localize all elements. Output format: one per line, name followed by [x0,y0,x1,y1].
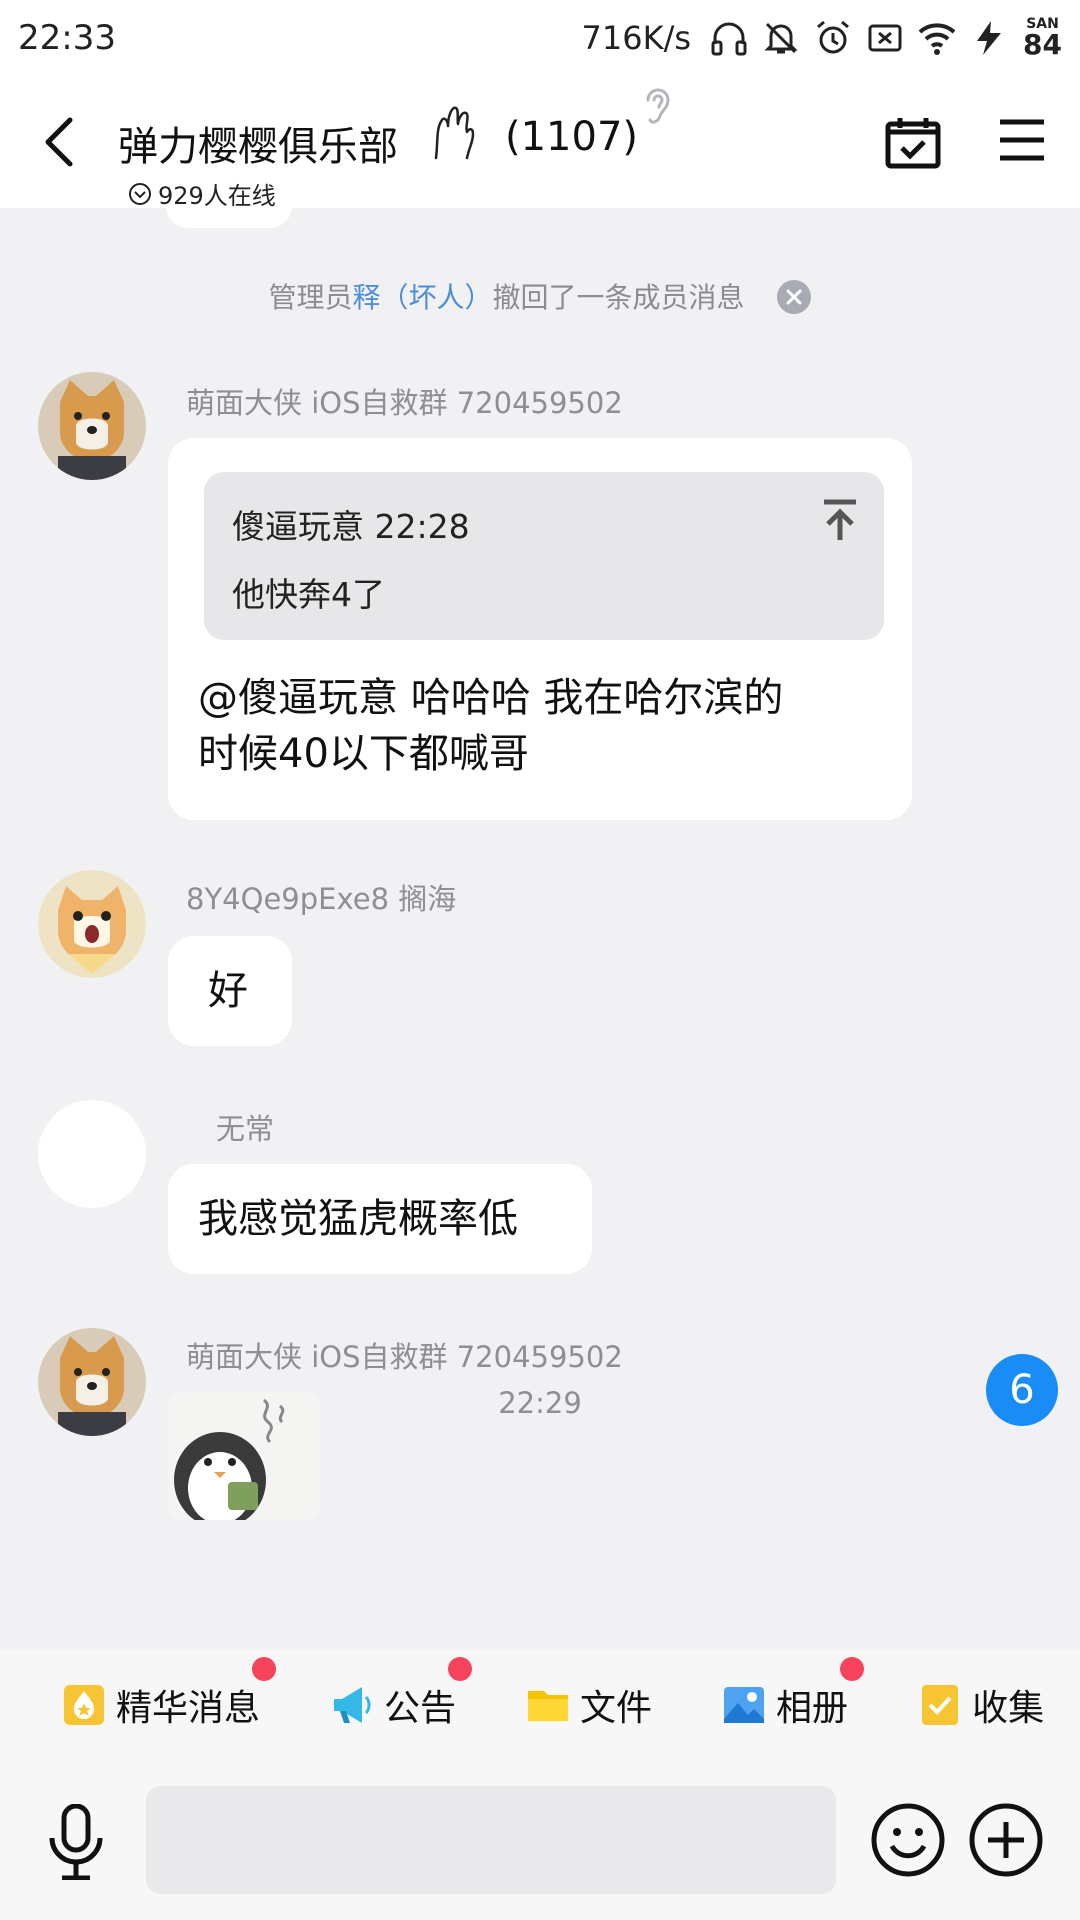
message-text: 我感觉猛虎概率低 [198,1196,518,1242]
previous-bubble [166,208,292,228]
collect-icon [922,1685,959,1725]
admin-link[interactable]: 释（坏人） [353,281,493,314]
message-bubble[interactable]: 傻逼玩意 22:28 他快奔4了 @傻逼玩意 哈哈哈 我在哈尔滨的 时候40以下… [168,438,912,820]
menu-icon[interactable] [998,118,1046,162]
wifi-icon [918,23,956,55]
new-badge-dot [448,1657,473,1681]
headphones-icon [711,22,747,56]
microphone-icon[interactable] [44,1804,108,1880]
hand-icon [434,106,475,160]
ear-icon[interactable] [640,82,676,130]
quick-item-files[interactable]: 文件 [526,1679,652,1731]
message-input[interactable] [146,1786,836,1894]
cat-avatar-icon [38,870,146,978]
quick-item-essence[interactable]: 精华消息 [62,1657,277,1731]
message-text: 好 [208,968,248,1014]
online-status[interactable]: 929人在线 [128,176,276,211]
megaphone-icon [334,1687,371,1723]
message-text: @傻逼玩意 哈哈哈 我在哈尔滨的 时候40以下都喊哥 [198,675,784,777]
chat-area[interactable]: 管理员释（坏人）撤回了一条成员消息 萌面大侠 iOS自救群 720459502 … [0,208,1080,1650]
charging-icon [977,21,1002,55]
quote-author: 傻逼玩意 22:28 [232,507,470,546]
time-divider: 22:29 [498,1386,582,1420]
new-badge-dot [252,1657,277,1681]
close-notice-button[interactable] [777,280,812,314]
back-button[interactable] [36,114,84,170]
plus-icon[interactable] [968,1802,1044,1878]
status-time: 22:33 [18,18,116,58]
quick-item-album[interactable]: 相册 [722,1657,865,1731]
close-icon [786,289,802,305]
quote-reply[interactable]: 傻逼玩意 22:28 他快奔4了 [204,472,884,640]
sender-name[interactable]: 无常 [216,1106,274,1148]
shiba-avatar-icon [38,372,146,480]
album-icon [724,1687,765,1723]
system-notice: 管理员释（坏人）撤回了一条成员消息 [0,276,1080,316]
group-title[interactable]: 弹力樱樱俱乐部 [118,114,398,172]
new-badge-dot [840,1657,865,1681]
no-sim-icon [868,24,902,52]
avatar[interactable] [38,372,146,480]
jump-to-quote-icon[interactable] [820,498,860,542]
calendar-check-icon[interactable] [884,116,942,170]
avatar[interactable] [38,1100,146,1208]
unread-count-badge[interactable]: 6 [986,1354,1058,1426]
quick-actions-bar: 精华消息 公告 文件 相册 收集 [0,1650,1080,1760]
message-bubble[interactable]: 好 [168,936,292,1046]
sender-name[interactable]: 萌面大侠 iOS自救群 720459502 [186,380,623,422]
quote-text: 他快奔4了 [232,575,385,614]
input-bar [0,1760,1080,1920]
sender-name[interactable]: 萌面大侠 iOS自救群 720459502 [186,1334,623,1376]
sender-name[interactable]: 8Y4Qe9pExe8 搁海 [186,876,456,918]
alarm-icon [817,20,849,54]
status-bar: 22:33 716K/s SAN 84 [0,0,1080,76]
emoji-icon[interactable] [870,1802,946,1878]
avatar[interactable] [38,870,146,978]
battery-indicator: SAN 84 [1023,16,1062,61]
message-bubble[interactable]: 我感觉猛虎概率低 [168,1164,592,1274]
chat-header: 弹力樱樱俱乐部 (1107) 929人在线 [0,76,1080,211]
folder-icon [528,1691,569,1721]
bell-off-icon [764,22,798,54]
essence-icon [64,1685,104,1725]
status-icons: 716K/s SAN 84 [582,17,1062,59]
quick-item-announcement[interactable]: 公告 [330,1657,473,1731]
member-count: (1107) [505,114,639,160]
chevron-down-circle-icon [129,182,151,205]
quick-item-collect[interactable]: 收集 [918,1679,1044,1731]
online-count: 929人在线 [158,182,276,210]
net-speed: 716K/s [581,19,692,57]
